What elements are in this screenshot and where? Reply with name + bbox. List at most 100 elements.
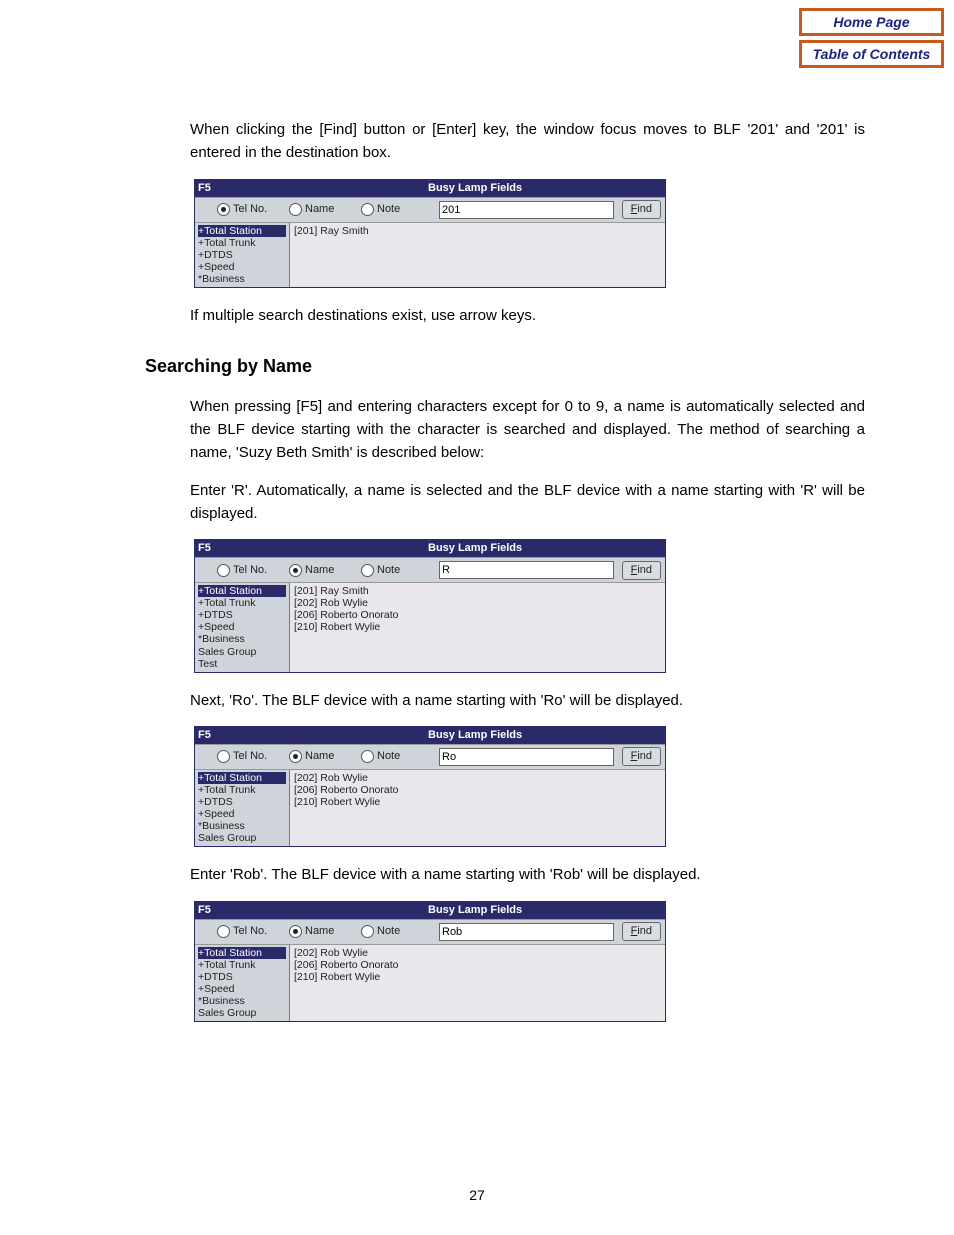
radio-icon <box>289 203 302 216</box>
search-input[interactable] <box>439 561 614 579</box>
result-item[interactable]: [206] Roberto Onorato <box>294 609 661 621</box>
result-item[interactable]: [210] Robert Wylie <box>294 796 661 808</box>
group-tree[interactable]: +Total Station+Total Trunk+DTDS+Speed*Bu… <box>195 223 290 287</box>
group-tree[interactable]: +Total Station+Total Trunk+DTDS+Speed*Bu… <box>195 583 290 671</box>
radio-label: Tel No. <box>233 201 267 218</box>
tree-item[interactable]: *Business <box>198 633 286 645</box>
results-list: [201] Ray Smith <box>290 223 665 287</box>
tree-item[interactable]: Test <box>198 658 286 670</box>
radio-name[interactable]: Name <box>289 748 359 765</box>
radio-name[interactable]: Name <box>289 562 359 579</box>
section-heading: Searching by Name <box>145 353 865 381</box>
radio-label: Name <box>305 201 334 218</box>
tree-item[interactable]: +Total Trunk <box>198 959 286 971</box>
find-button[interactable]: Find <box>622 200 661 219</box>
tree-item[interactable]: +Total Trunk <box>198 784 286 796</box>
radio-label: Tel No. <box>233 923 267 940</box>
results-list: [202] Rob Wylie[206] Roberto Onorato[210… <box>290 945 665 1021</box>
body-text: Enter 'Rob'. The BLF device with a name … <box>190 863 865 886</box>
panel-title-left: F5 <box>195 902 428 919</box>
radio-telno[interactable]: Tel No. <box>217 748 287 765</box>
radio-name[interactable]: Name <box>289 201 359 218</box>
radio-telno[interactable]: Tel No. <box>217 562 287 579</box>
result-item[interactable]: [201] Ray Smith <box>294 225 661 237</box>
tree-item[interactable]: +Speed <box>198 621 286 633</box>
tree-item[interactable]: *Business <box>198 273 286 285</box>
radio-icon <box>217 203 230 216</box>
result-item[interactable]: [206] Roberto Onorato <box>294 784 661 796</box>
tree-item[interactable]: +Total Station <box>198 947 286 959</box>
body-text: Enter 'R'. Automatically, a name is sele… <box>190 479 865 526</box>
tree-item[interactable]: +Total Station <box>198 772 286 784</box>
tree-item[interactable]: +DTDS <box>198 609 286 621</box>
radio-note[interactable]: Note <box>361 201 431 218</box>
result-item[interactable]: [210] Robert Wylie <box>294 621 661 633</box>
results-list: [202] Rob Wylie[206] Roberto Onorato[210… <box>290 770 665 846</box>
panel-title-right: Busy Lamp Fields <box>428 540 665 557</box>
result-item[interactable]: [210] Robert Wylie <box>294 971 661 983</box>
tree-item[interactable]: +Total Trunk <box>198 237 286 249</box>
tree-item[interactable]: *Business <box>198 820 286 832</box>
radio-label: Note <box>377 562 400 579</box>
body-text: When clicking the [Find] button or [Ente… <box>190 118 865 165</box>
radio-icon <box>217 564 230 577</box>
group-tree[interactable]: +Total Station+Total Trunk+DTDS+Speed*Bu… <box>195 945 290 1021</box>
tree-item[interactable]: Sales Group <box>198 832 286 844</box>
panel-title-left: F5 <box>195 540 428 557</box>
tree-item[interactable]: +DTDS <box>198 796 286 808</box>
search-input[interactable] <box>439 201 614 219</box>
radio-label: Tel No. <box>233 748 267 765</box>
result-item[interactable]: [202] Rob Wylie <box>294 597 661 609</box>
tree-item[interactable]: +Total Trunk <box>198 597 286 609</box>
result-item[interactable]: [202] Rob Wylie <box>294 947 661 959</box>
body-text: If multiple search destinations exist, u… <box>190 304 865 327</box>
tree-item[interactable]: +Speed <box>198 261 286 273</box>
radio-icon <box>289 750 302 763</box>
radio-name[interactable]: Name <box>289 923 359 940</box>
body-text: Next, 'Ro'. The BLF device with a name s… <box>190 689 865 712</box>
group-tree[interactable]: +Total Station+Total Trunk+DTDS+Speed*Bu… <box>195 770 290 846</box>
find-button[interactable]: Find <box>622 922 661 941</box>
body-text: When pressing [F5] and entering characte… <box>190 395 865 465</box>
panel-title-right: Busy Lamp Fields <box>428 727 665 744</box>
tree-item[interactable]: Sales Group <box>198 646 286 658</box>
tree-item[interactable]: +DTDS <box>198 249 286 261</box>
radio-icon <box>217 750 230 763</box>
radio-note[interactable]: Note <box>361 562 431 579</box>
search-input[interactable] <box>439 748 614 766</box>
radio-icon <box>289 564 302 577</box>
result-item[interactable]: [201] Ray Smith <box>294 585 661 597</box>
tree-item[interactable]: +Speed <box>198 808 286 820</box>
figure-3: F5Busy Lamp Fields Tel No. Name Note Find +To… <box>190 726 865 847</box>
panel-title-left: F5 <box>195 727 428 744</box>
home-page-button[interactable]: Home Page <box>799 8 944 36</box>
result-item[interactable]: [206] Roberto Onorato <box>294 959 661 971</box>
panel-title-left: F5 <box>195 180 428 197</box>
panel-title-right: Busy Lamp Fields <box>428 902 665 919</box>
results-list: [201] Ray Smith[202] Rob Wylie[206] Robe… <box>290 583 665 671</box>
radio-telno[interactable]: Tel No. <box>217 923 287 940</box>
radio-note[interactable]: Note <box>361 923 431 940</box>
panel-title-right: Busy Lamp Fields <box>428 180 665 197</box>
radio-icon <box>361 925 374 938</box>
tree-item[interactable]: +DTDS <box>198 971 286 983</box>
result-item[interactable]: [202] Rob Wylie <box>294 772 661 784</box>
radio-label: Note <box>377 201 400 218</box>
tree-item[interactable]: +Total Station <box>198 585 286 597</box>
radio-telno[interactable]: Tel No. <box>217 201 287 218</box>
tree-item[interactable]: +Speed <box>198 983 286 995</box>
figure-2: F5Busy Lamp Fields Tel No. Name Note Find +To… <box>190 539 865 672</box>
tree-item[interactable]: +Total Station <box>198 225 286 237</box>
search-input[interactable] <box>439 923 614 941</box>
radio-icon <box>289 925 302 938</box>
find-button[interactable]: Find <box>622 561 661 580</box>
find-button[interactable]: Find <box>622 747 661 766</box>
tree-item[interactable]: Sales Group <box>198 1007 286 1019</box>
figure-1: F5Busy Lamp Fields Tel No. Name Note Find +To… <box>190 179 865 288</box>
radio-label: Name <box>305 562 334 579</box>
table-of-contents-button[interactable]: Table of Contents <box>799 40 944 68</box>
radio-note[interactable]: Note <box>361 748 431 765</box>
tree-item[interactable]: *Business <box>198 995 286 1007</box>
radio-icon <box>361 203 374 216</box>
radio-label: Name <box>305 748 334 765</box>
